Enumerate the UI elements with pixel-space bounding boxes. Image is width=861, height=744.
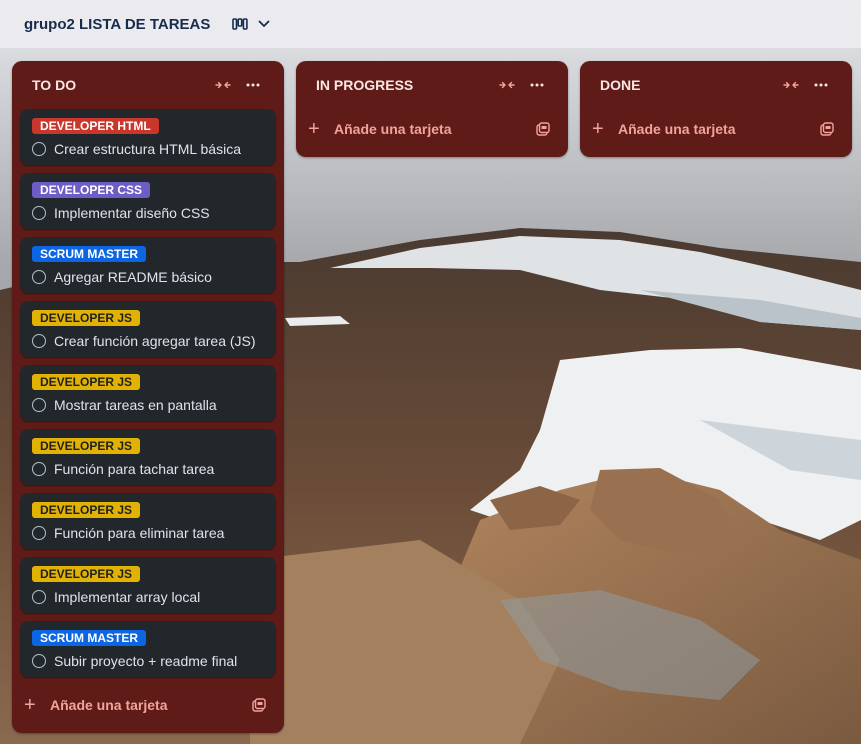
card-title: Subir proyecto + readme final <box>54 653 238 669</box>
complete-checkbox[interactable] <box>32 334 46 348</box>
card-title: Crear función agregar tarea (JS) <box>54 333 256 349</box>
list-title[interactable]: DONE <box>600 77 772 93</box>
view-switcher-button[interactable] <box>232 18 270 30</box>
card-label: DEVELOPER CSS <box>32 182 151 198</box>
list-title[interactable]: TO DO <box>32 77 204 93</box>
more-options-icon[interactable] <box>242 74 264 96</box>
add-card-button[interactable]: Añade una tarjeta <box>50 697 248 713</box>
card-label: DEVELOPER JS <box>32 566 141 582</box>
card-title: Crear estructura HTML básica <box>54 141 241 157</box>
plus-icon[interactable]: + <box>24 695 42 715</box>
list-done: DONE + Añade una tarjeta <box>580 61 852 157</box>
complete-checkbox[interactable] <box>32 654 46 668</box>
collapse-icon[interactable] <box>496 74 518 96</box>
add-card-row: + Añade una tarjeta <box>588 109 844 149</box>
complete-checkbox[interactable] <box>32 526 46 540</box>
list-header: IN PROGRESS <box>304 61 560 109</box>
card[interactable]: DEVELOPER JS Implementar array local <box>20 557 276 613</box>
complete-checkbox[interactable] <box>32 270 46 284</box>
board-header: grupo2 LISTA DE TAREAS <box>0 0 861 48</box>
card-title: Mostrar tareas en pantalla <box>54 397 217 413</box>
card-title: Implementar array local <box>54 589 201 605</box>
card-title: Agregar README básico <box>54 269 212 285</box>
card[interactable]: DEVELOPER JS Función para eliminar tarea <box>20 493 276 549</box>
list-todo: TO DO DEVELOPER HTML Crear estructura HT… <box>12 61 284 733</box>
card-label: DEVELOPER JS <box>32 374 141 390</box>
add-card-button[interactable]: Añade una tarjeta <box>334 121 532 137</box>
card-label: DEVELOPER JS <box>32 438 141 454</box>
list-header: TO DO <box>20 61 276 109</box>
add-card-button[interactable]: Añade una tarjeta <box>618 121 816 137</box>
more-options-icon[interactable] <box>526 74 548 96</box>
card[interactable]: DEVELOPER JS Función para tachar tarea <box>20 429 276 485</box>
card-label: DEVELOPER JS <box>32 310 141 326</box>
complete-checkbox[interactable] <box>32 398 46 412</box>
chevron-down-icon <box>258 20 270 28</box>
list-in-progress: IN PROGRESS + Añade una tarjeta <box>296 61 568 157</box>
complete-checkbox[interactable] <box>32 142 46 156</box>
card-label: DEVELOPER JS <box>32 502 141 518</box>
card-label: SCRUM MASTER <box>32 630 146 646</box>
card-title: Función para tachar tarea <box>54 461 215 477</box>
plus-icon[interactable]: + <box>308 119 326 139</box>
card[interactable]: DEVELOPER JS Mostrar tareas en pantalla <box>20 365 276 421</box>
add-card-row: + Añade una tarjeta <box>304 109 560 149</box>
complete-checkbox[interactable] <box>32 590 46 604</box>
list-header: DONE <box>588 61 844 109</box>
more-options-icon[interactable] <box>810 74 832 96</box>
card-label: SCRUM MASTER <box>32 246 146 262</box>
add-card-row: + Añade una tarjeta <box>20 685 276 725</box>
collapse-icon[interactable] <box>212 74 234 96</box>
card-template-icon[interactable] <box>532 118 554 140</box>
card-title: Función para eliminar tarea <box>54 525 225 541</box>
board-title[interactable]: grupo2 LISTA DE TAREAS <box>24 16 210 33</box>
plus-icon[interactable]: + <box>592 119 610 139</box>
card[interactable]: SCRUM MASTER Subir proyecto + readme fin… <box>20 621 276 677</box>
card[interactable]: DEVELOPER HTML Crear estructura HTML bás… <box>20 109 276 165</box>
card-label: DEVELOPER HTML <box>32 118 159 134</box>
card-template-icon[interactable] <box>248 694 270 716</box>
card[interactable]: DEVELOPER JS Crear función agregar tarea… <box>20 301 276 357</box>
card[interactable]: DEVELOPER CSS Implementar diseño CSS <box>20 173 276 229</box>
complete-checkbox[interactable] <box>32 462 46 476</box>
list-title[interactable]: IN PROGRESS <box>316 77 488 93</box>
card-template-icon[interactable] <box>816 118 838 140</box>
card[interactable]: SCRUM MASTER Agregar README básico <box>20 237 276 293</box>
card-title: Implementar diseño CSS <box>54 205 210 221</box>
complete-checkbox[interactable] <box>32 206 46 220</box>
collapse-icon[interactable] <box>780 74 802 96</box>
board-view-icon <box>232 18 249 30</box>
